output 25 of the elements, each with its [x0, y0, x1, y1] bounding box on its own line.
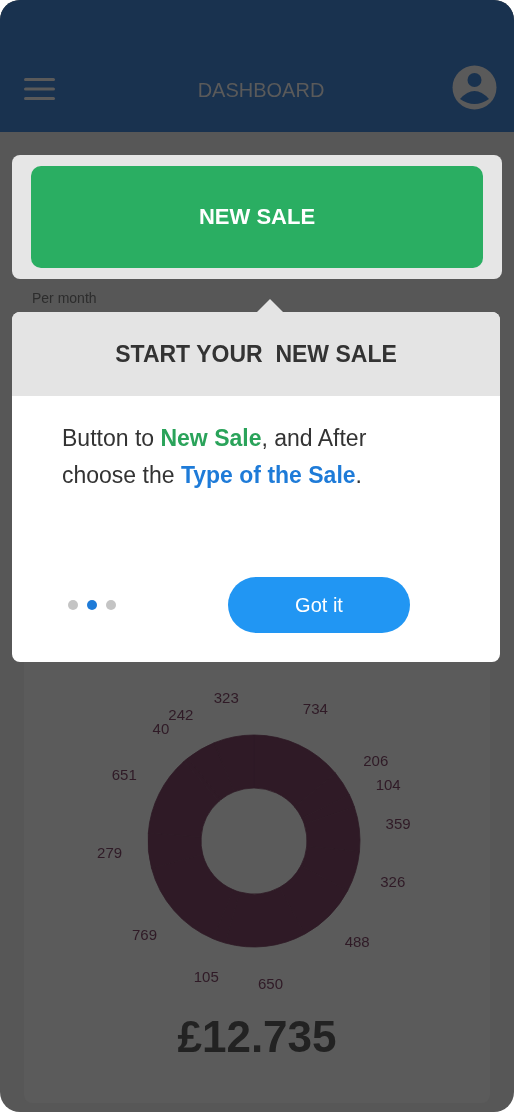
popup-message: Button to New Sale, and After choose the Type of the Sale. [62, 424, 368, 490]
data-label: 650 [258, 975, 284, 992]
data-label: 206 [363, 752, 389, 770]
page-dot[interactable] [106, 600, 116, 610]
income-total: £12.735 [177, 1012, 337, 1062]
new-sale-button[interactable]: NEW SALE [31, 166, 483, 268]
page-dot[interactable] [87, 600, 97, 610]
page-dot[interactable] [68, 600, 78, 610]
data-label: 323 [213, 688, 239, 706]
data-label: 104 [375, 775, 401, 793]
data-label: 734 [302, 699, 328, 717]
menu-icon[interactable] [24, 77, 56, 101]
popup-title: START YOUR NEW SALE [115, 340, 397, 368]
data-label: 651 [111, 766, 137, 784]
account-icon[interactable] [452, 65, 497, 110]
data-label: 40 [152, 719, 170, 737]
data-label: 769 [132, 926, 158, 944]
data-label: 105 [193, 967, 219, 985]
got-it-button[interactable]: Got it [228, 577, 410, 633]
data-label: 326 [380, 873, 406, 890]
data-label: 488 [344, 932, 370, 950]
data-label: 242 [168, 705, 194, 723]
data-label: 359 [385, 814, 411, 832]
page-title: DASHBOARD [197, 79, 325, 102]
data-label: 279 [97, 844, 123, 862]
